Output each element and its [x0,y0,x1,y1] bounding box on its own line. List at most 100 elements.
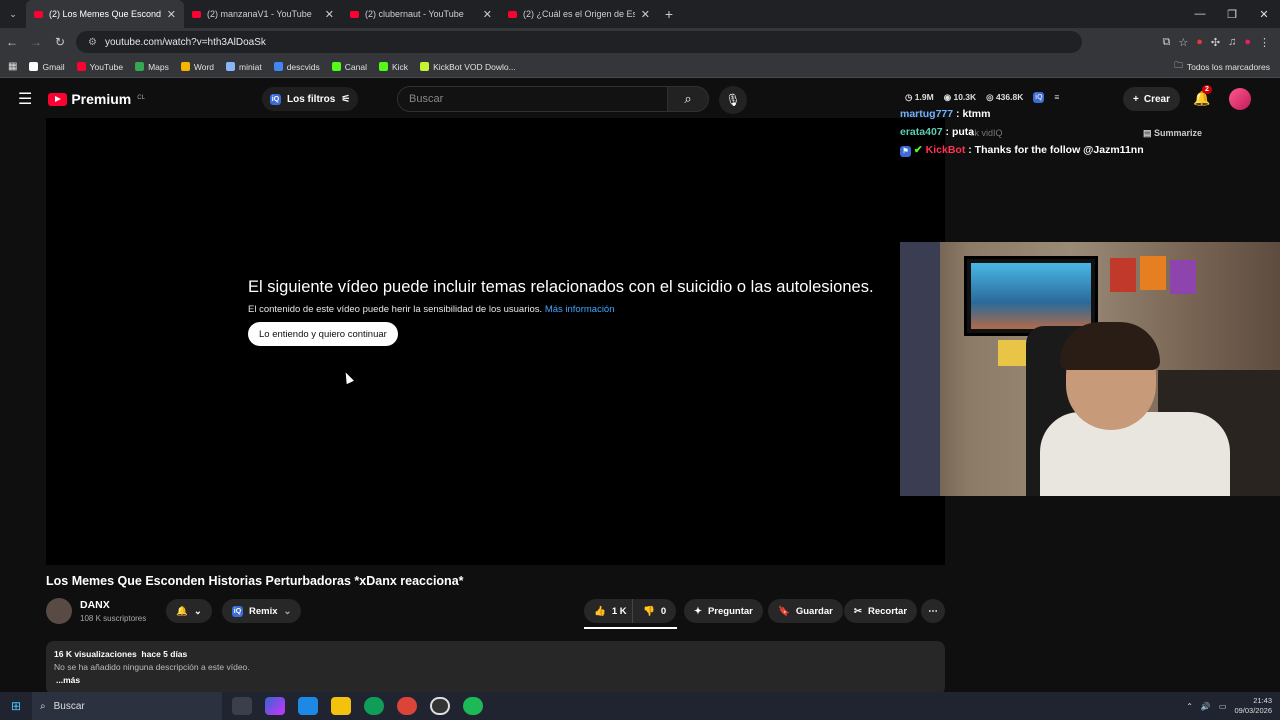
back-arrow-icon[interactable]: ← [0,35,24,49]
bookmark-descvids[interactable]: descvids [273,62,320,72]
close-tab-icon[interactable]: ✕ [325,8,334,21]
description-text: No se ha añadido ninguna descripción a e… [54,662,250,672]
bookmark-miniat[interactable]: miniat [226,62,262,72]
youtube-favicon [350,10,359,18]
stat-views: ◷ 1.9M [905,92,934,102]
apps-grid-icon[interactable]: ▦ [8,61,17,72]
list-icon[interactable]: ≡ [1054,92,1059,103]
tab-active[interactable]: (2) Los Memes Que Esconden H ✕ [26,0,184,28]
url-text: youtube.com/watch?v=hth3AlDoaSk [104,36,266,48]
taskbar-search-input[interactable]: ⌕ Buscar [32,692,222,720]
bookmark-kickbot[interactable]: KickBot VOD Dowlo... [420,62,516,72]
store-icon[interactable] [298,697,318,715]
search-input[interactable]: Buscar [397,86,668,112]
copilot-icon[interactable] [265,697,285,715]
vidiq-icon: iQ [232,605,243,617]
dislike-button[interactable]: 👎 0 [632,599,677,623]
edge-icon[interactable] [364,697,384,715]
show-more-button[interactable]: ...más [54,674,937,687]
network-icon[interactable]: ▭ [1219,702,1227,711]
search-icon: ⌕ [40,700,46,712]
taskbar-apps [232,697,483,715]
search-icon[interactable]: ⌕ [667,86,709,112]
bot-badge-icon: ⚑ [900,146,911,157]
system-clock[interactable]: 21:43 09/03/2026 [1234,696,1272,716]
close-window-icon[interactable]: ✕ [1248,0,1280,28]
description-box[interactable]: 16 K visualizaciones hace 5 días No se h… [46,641,945,695]
like-button[interactable]: 👍 1 K [584,599,637,623]
vidiq-icon[interactable]: iQ [1033,92,1045,103]
bookmarks-bar: ▦ Gmail YouTube Maps Word miniat descvid… [0,56,1280,78]
youtube-page: ☰ Premium CL iQ Los filtros ⚟ Buscar ⌕ 🎙… [0,78,1280,695]
minimize-icon[interactable]: — [1184,0,1216,28]
bookmark-canal[interactable]: Canal [331,62,367,72]
tab-clubernaut[interactable]: (2) clubernaut - YouTube ✕ [342,0,500,28]
close-tab-icon[interactable]: ✕ [483,8,492,21]
reload-icon[interactable]: ↻ [48,35,72,49]
tab-title: (2) ¿Cuál es el Origen de Estos [523,9,635,19]
video-player[interactable]: El siguiente vídeo puede incluir temas r… [46,118,945,565]
spotify-icon[interactable] [463,697,483,715]
extensions-icon[interactable]: ✣ [1211,36,1220,49]
browser-tab-strip: ⌄ (2) Los Memes Que Esconden H ✕ (2) man… [0,0,1280,28]
chat-message: erata407 : puta [900,126,975,138]
bookmark-kick[interactable]: Kick [379,62,408,72]
tab-search-button[interactable]: ⌄ [0,9,26,20]
more-info-link[interactable]: Más información [545,304,615,315]
like-underline [584,627,677,629]
subscriber-count: 108 K suscriptores [80,614,147,623]
bookmark-youtube[interactable]: YouTube [76,62,123,72]
install-app-icon[interactable]: ⧉ [1162,36,1170,49]
video-title: Los Memes Que Esconden Historias Perturb… [46,574,464,588]
file-explorer-icon[interactable] [331,697,351,715]
new-tab-button[interactable]: + [658,6,680,22]
clip-button[interactable]: ✂ Recortar [844,599,918,623]
stat-subs: ◉ 10.3K [943,92,977,102]
bookmark-word[interactable]: Word [180,62,214,72]
bookmark-maps[interactable]: Maps [135,62,169,72]
obs-icon[interactable] [430,697,450,715]
window-controls: — ❐ ✕ [1184,0,1280,28]
tab-title: (2) clubernaut - YouTube [365,9,464,19]
windows-start-icon[interactable]: ⊞ [0,699,32,713]
channel-name[interactable]: DANX [80,599,110,611]
ask-button[interactable]: ✦ Preguntar [684,599,763,623]
tray-chevron-icon[interactable]: ⌃ [1186,702,1193,711]
chrome-icon[interactable] [397,697,417,715]
restore-icon[interactable]: ❐ [1216,0,1248,28]
vidiq-filters-button[interactable]: iQ Los filtros ⚟ [262,87,359,111]
site-info-icon[interactable]: ⚙ [88,37,97,48]
close-tab-icon[interactable]: ✕ [641,8,650,21]
task-view-icon[interactable] [232,697,252,715]
youtube-premium-logo[interactable]: Premium CL [48,91,145,107]
volume-icon[interactable]: 🔊 [1201,702,1211,711]
tab-manzana[interactable]: (2) manzanaV1 - YouTube ✕ [184,0,342,28]
bookmark-gmail[interactable]: Gmail [29,62,65,72]
youtube-play-icon [48,92,68,106]
continue-button[interactable]: Lo entiendo y quiero continuar [248,322,398,346]
close-tab-icon[interactable]: ✕ [167,8,176,21]
tab-title: (2) manzanaV1 - YouTube [207,9,312,19]
save-button[interactable]: 🔖 Guardar [768,599,843,623]
address-toolbar: ← → ↻ ⚙ youtube.com/watch?v=hth3AlDoaSk … [0,28,1280,56]
youtube-favicon [192,10,201,18]
omnibox[interactable]: ⚙ youtube.com/watch?v=hth3AlDoaSk [76,31,1082,53]
media-icon[interactable]: ♫ [1228,36,1236,49]
profile-icon[interactable]: ● [1244,36,1251,49]
tab-origen[interactable]: (2) ¿Cuál es el Origen de Estos ✕ [500,0,658,28]
chevron-down-icon: ⌄ [283,605,292,617]
all-bookmarks-button[interactable]: 🗀 Todos los marcadores [1174,60,1280,74]
bookmark-star-icon[interactable]: ☆ [1178,36,1188,49]
stat-total: ◎ 436.8K [986,92,1024,102]
scissors-icon: ✂ [854,605,862,617]
menu-dots-icon[interactable]: ⋮ [1259,36,1270,49]
record-extension-icon[interactable]: ● [1196,36,1203,49]
channel-avatar[interactable] [46,598,72,624]
hamburger-menu-icon[interactable]: ☰ [18,89,32,109]
notification-count: 2 [1202,85,1212,94]
more-actions-button[interactable]: ⋯ [921,599,945,623]
microphone-icon[interactable]: 🎙 [719,86,747,114]
remix-button[interactable]: iQ Remix ⌄ [222,599,302,623]
subscription-bell-button[interactable]: 🔔 ⌄ [166,599,212,623]
forward-arrow-icon[interactable]: → [24,35,48,49]
